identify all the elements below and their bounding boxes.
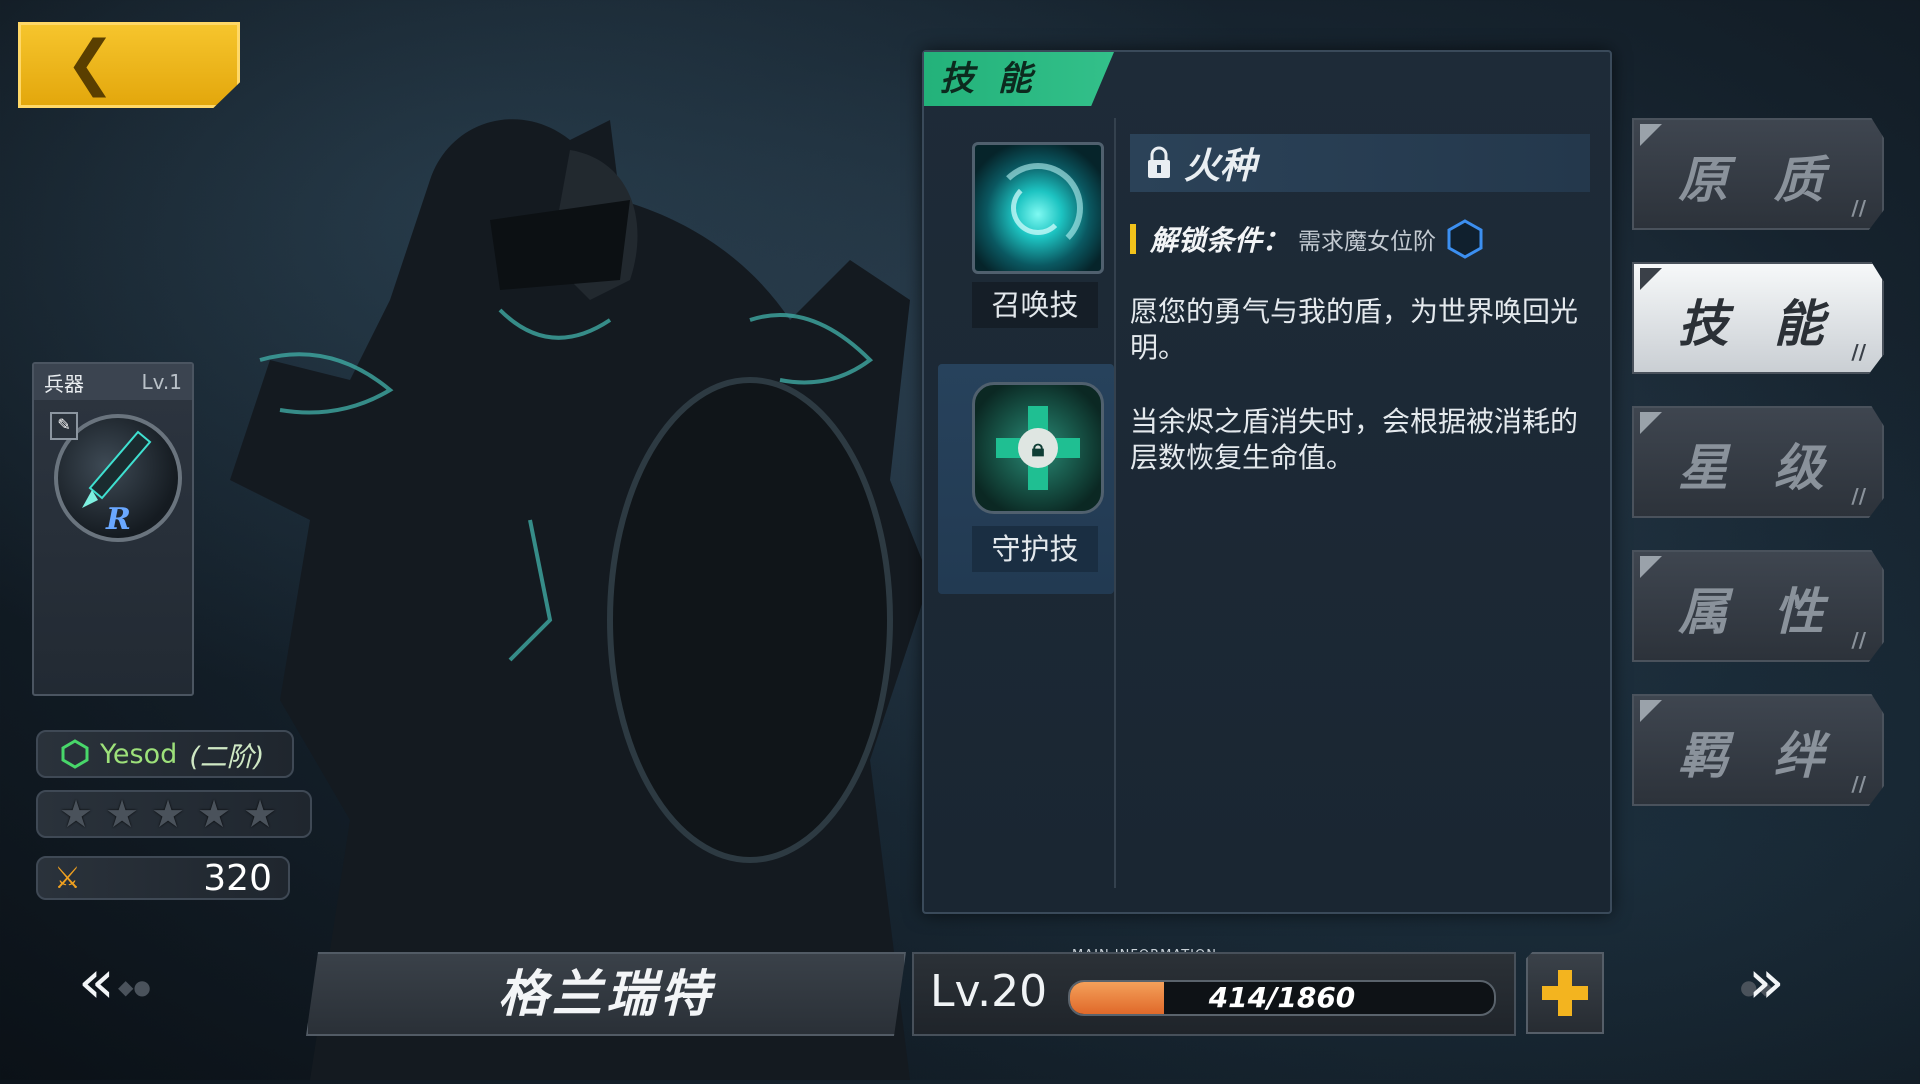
skill-description-2: 当余烬之盾消失时，会根据被消耗的层数恢复生命值。 (1130, 405, 1579, 474)
class-tier: (二阶) (189, 741, 265, 773)
star-icon: ★ (104, 792, 140, 836)
locked-shield-icon: 🔒︎ (972, 382, 1104, 514)
edit-icon[interactable]: ✎ (50, 412, 78, 440)
level-plate: Lv.20 414/1860 (912, 952, 1516, 1036)
class-row: Yesod (二阶) (36, 730, 294, 778)
tab-star[interactable]: 星 级// (1632, 406, 1884, 518)
weapon-level: Lv.1 (141, 370, 182, 394)
next-character-button[interactable]: » (1748, 952, 1785, 1012)
character-level: Lv.20 (930, 966, 1048, 1017)
lock-icon: 🔒︎ (1018, 428, 1058, 468)
back-button[interactable]: ❮ (18, 22, 240, 108)
chevron-left-icon: ❮ (65, 28, 116, 98)
weapon-icon[interactable]: ✎ R (50, 412, 182, 542)
skill-label: 守护技 (972, 526, 1098, 572)
xp-bar: 414/1860 (1068, 980, 1496, 1016)
vortex-icon (972, 142, 1104, 274)
level-up-button[interactable] (1526, 952, 1604, 1034)
power-value: 320 (203, 857, 272, 899)
skill-name: 火种 (1184, 146, 1257, 187)
skill-description-1: 愿您的勇气与我的盾，为世界唤回光明。 (1130, 295, 1579, 364)
unlock-condition: 解锁条件： 需求魔女位阶 (1130, 218, 1486, 260)
tab-bond[interactable]: 羁 绊// (1632, 694, 1884, 806)
prev-character-button[interactable]: « (78, 952, 115, 1012)
skill-label: 召唤技 (972, 282, 1098, 328)
hexagon-icon (61, 739, 89, 769)
weapon-header: 兵器 Lv.1 (34, 364, 192, 400)
tab-skill[interactable]: 技 能// (1632, 262, 1884, 374)
character-name: 格兰瑞特 (498, 965, 714, 1023)
xp-text: 414/1860 (1208, 981, 1356, 1014)
tab-origin[interactable]: 原 质// (1632, 118, 1884, 230)
hexagon-icon (1447, 219, 1483, 259)
skill-detail: 火种 解锁条件： 需求魔女位阶 愿您的勇气与我的盾，为世界唤回光明。 当余烬之盾… (1114, 118, 1596, 888)
skill-detail-header: 火种 (1130, 134, 1590, 192)
weapon-rank: R (106, 502, 131, 537)
power-row: ⚔ 320 (36, 856, 290, 900)
skill-panel-title: 技 能 (924, 52, 1114, 106)
lock-icon (1148, 146, 1170, 178)
dots-icon: ◆● (118, 975, 151, 999)
character-art (190, 60, 970, 1080)
weapon-card[interactable]: 兵器 Lv.1 ✎ R (32, 362, 194, 696)
unlock-value: 需求魔女位阶 (1298, 229, 1437, 255)
star-icon: ★ (58, 792, 94, 836)
unlock-key: 解锁条件： (1150, 224, 1291, 257)
star-icon: ★ (150, 792, 186, 836)
character-silhouette (230, 119, 930, 1080)
skill-list: 召唤技 🔒︎ 守护技 (938, 122, 1114, 892)
skill-panel: 技 能 召唤技 🔒︎ 守护技 火种 解锁条件： 需求魔女位阶 愿您的勇气与我的盾… (922, 50, 1612, 914)
tab-attribute[interactable]: 属 性// (1632, 550, 1884, 662)
skill-slot-guard[interactable]: 🔒︎ 守护技 (938, 364, 1114, 594)
character-name-plate: 格兰瑞特 (306, 952, 906, 1036)
star-rating: ★ ★ ★ ★ ★ (36, 790, 312, 838)
skill-slot-summon[interactable]: 召唤技 (938, 132, 1114, 362)
crossed-swords-icon: ⚔ (54, 860, 81, 896)
star-icon: ★ (242, 792, 278, 836)
star-icon: ★ (196, 792, 232, 836)
class-name: Yesod (100, 738, 178, 770)
weapon-header-label: 兵器 (44, 371, 84, 396)
